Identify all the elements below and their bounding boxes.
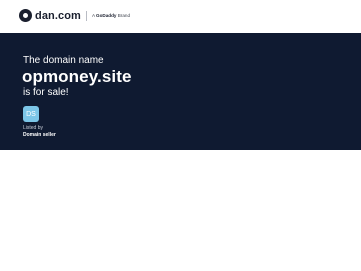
listed-by-label: Listed by (23, 125, 44, 131)
logo-divider (85, 10, 87, 21)
top-bar: dan.com A GoDaddy Brand (0, 0, 361, 33)
domain-name: opmoney.site (22, 67, 132, 86)
dan-logo-icon (19, 9, 32, 22)
brand-suffix: Brand (117, 13, 130, 18)
seller-name: Domain seller (23, 132, 56, 138)
for-sale-text: is for sale! (23, 87, 69, 98)
logo-text: dan.com (35, 9, 81, 22)
dan-logo[interactable]: dan.com A GoDaddy Brand (19, 9, 130, 22)
seller-avatar: DS (23, 106, 39, 122)
brand-name: GoDaddy (96, 13, 117, 18)
sale-hero: The domain name opmoney.site is for sale… (0, 33, 361, 150)
brand-prefix: A (91, 13, 95, 18)
godaddy-brand-note: A GoDaddy Brand (92, 13, 130, 18)
domain-intro: The domain name (23, 55, 104, 66)
